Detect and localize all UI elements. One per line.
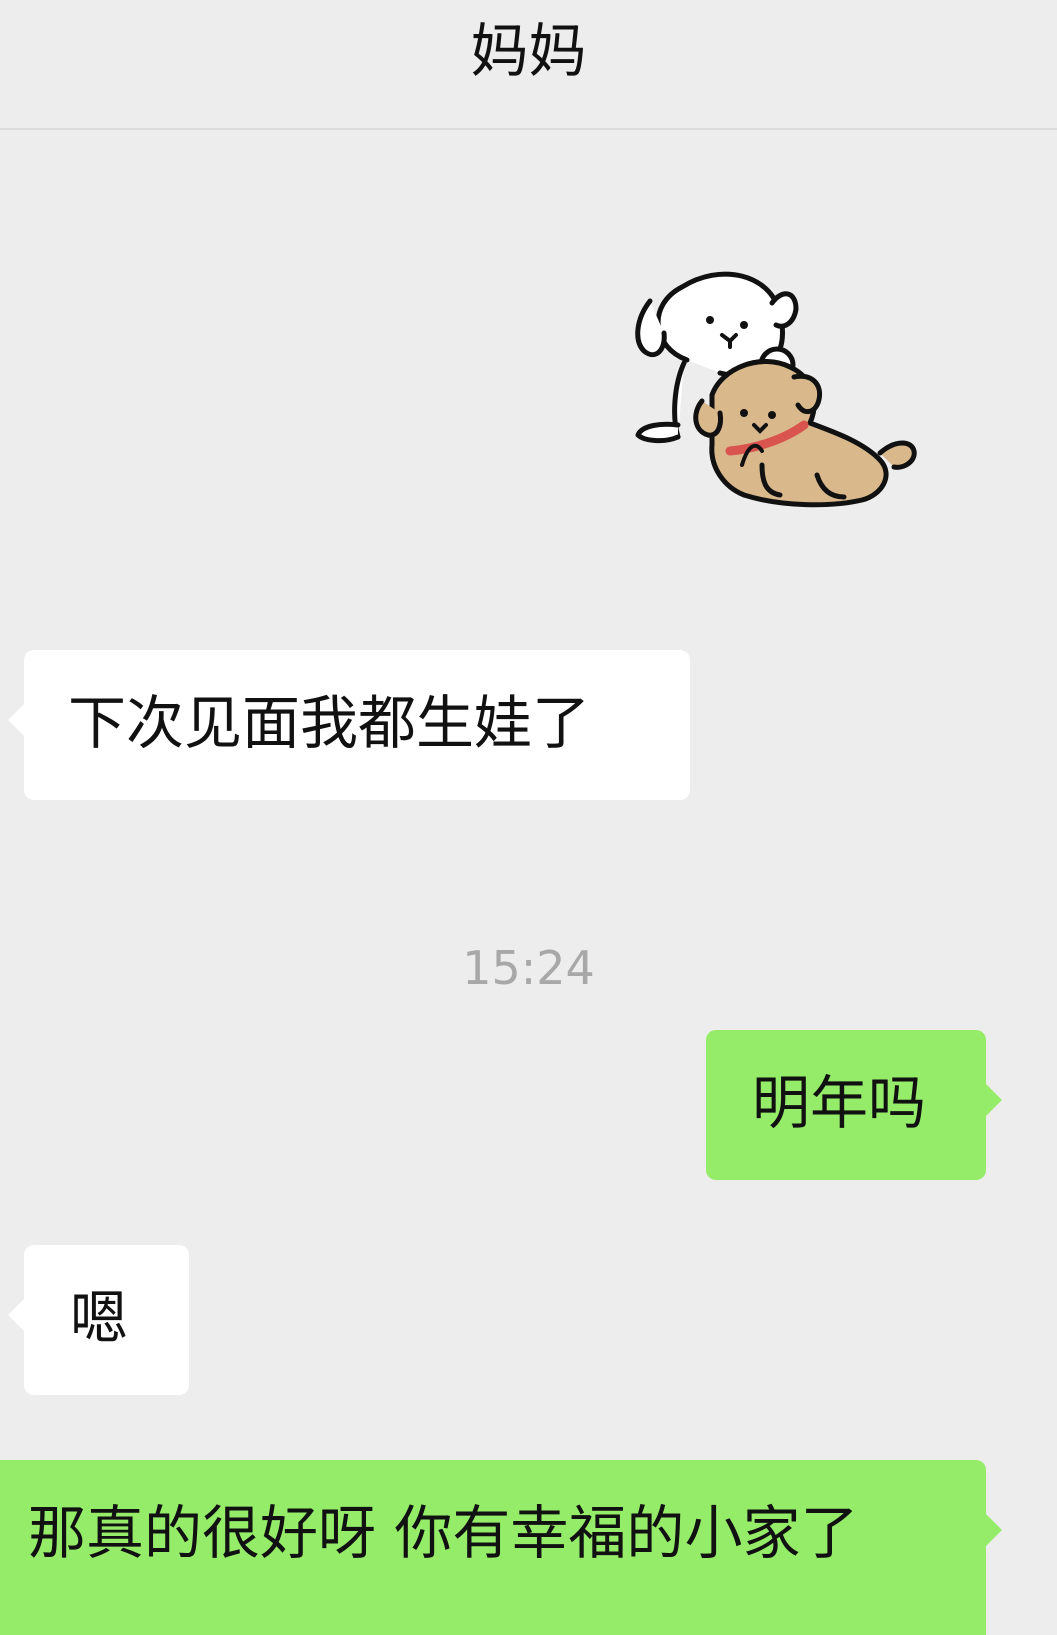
message-text: 下次见面我都生娃了 [68, 689, 591, 757]
message-timestamp: 15:24 [462, 941, 595, 995]
chat-header: 妈妈 [0, 0, 1057, 130]
chat-screen: 妈妈 下次见面我都生娃了 15:24 明年吗 嗯 那真的很好呀 你有幸福的小家了 [0, 0, 1057, 1635]
two-puppies-sticker-icon[interactable] [612, 255, 962, 525]
message-text: 明年吗 [752, 1069, 927, 1137]
puppies-illustration [635, 271, 917, 508]
message-text: 嗯 [70, 1284, 129, 1352]
message-bubble-outgoing[interactable]: 那真的很好呀 你有幸福的小家了 [0, 1460, 1002, 1635]
message-bubble-incoming[interactable]: 下次见面我都生娃了 [8, 650, 690, 800]
contact-name: 妈妈 [470, 17, 587, 85]
message-text: 那真的很好呀 你有幸福的小家了 [28, 1499, 859, 1567]
message-bubble-incoming[interactable]: 嗯 [8, 1245, 189, 1395]
message-bubble-outgoing[interactable]: 明年吗 [706, 1030, 1002, 1180]
